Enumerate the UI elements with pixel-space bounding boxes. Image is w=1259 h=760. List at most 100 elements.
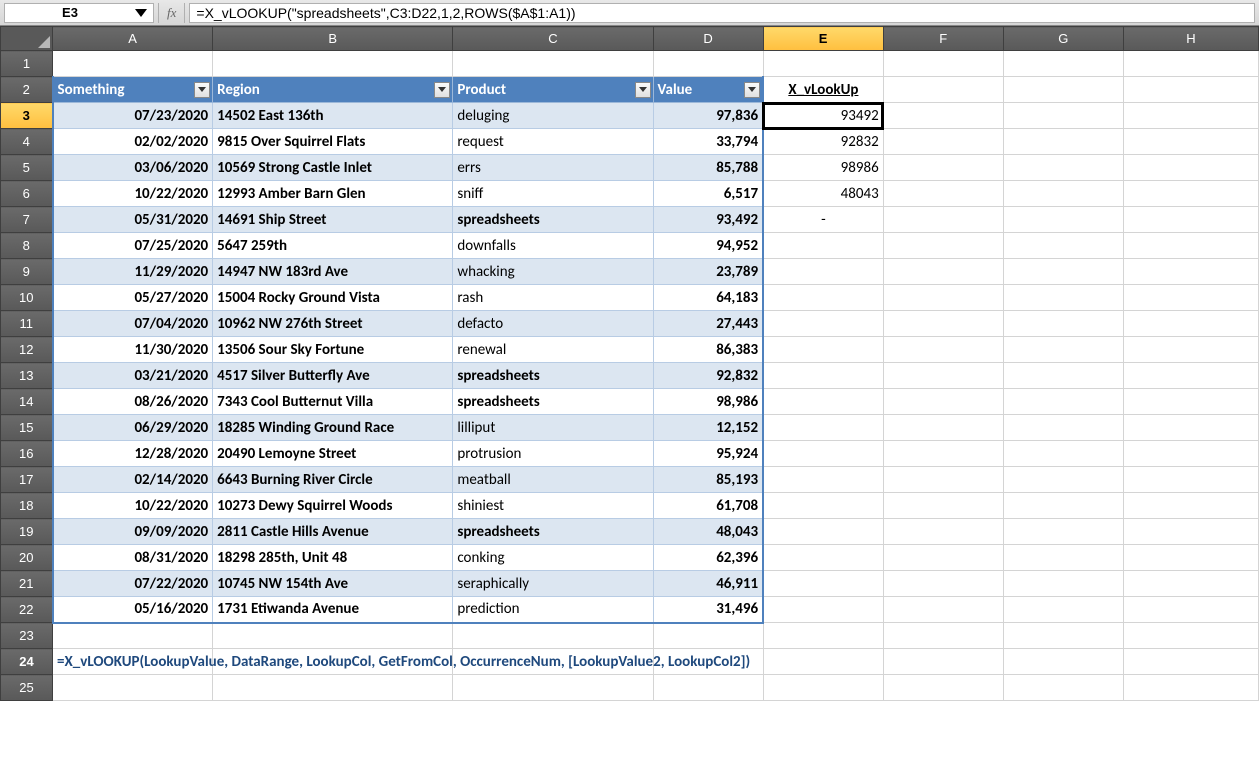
cell-A11[interactable]: 07/04/2020 (53, 311, 213, 337)
cell[interactable] (653, 675, 763, 701)
select-all-corner[interactable] (1, 27, 53, 51)
cell[interactable] (1003, 259, 1123, 285)
cell[interactable] (1003, 77, 1123, 103)
cell[interactable] (213, 623, 453, 649)
cell-C11[interactable]: defacto (453, 311, 653, 337)
row-header-22[interactable]: 22 (1, 597, 53, 623)
cell[interactable] (1003, 649, 1123, 675)
cell-C9[interactable]: whacking (453, 259, 653, 285)
cell-C18[interactable]: shiniest (453, 493, 653, 519)
cell-C16[interactable]: protrusion (453, 441, 653, 467)
col-header-F[interactable]: F (883, 27, 1003, 51)
cell-A22[interactable]: 05/16/2020 (53, 597, 213, 623)
cell[interactable] (1003, 181, 1123, 207)
cell-C8[interactable]: downfalls (453, 233, 653, 259)
cell-D12[interactable]: 86,383 (653, 337, 763, 363)
row-header-9[interactable]: 9 (1, 259, 53, 285)
cell[interactable] (1123, 103, 1258, 129)
cell-A9[interactable]: 11/29/2020 (53, 259, 213, 285)
cell-C20[interactable]: conking (453, 545, 653, 571)
row-header-5[interactable]: 5 (1, 155, 53, 181)
cell[interactable] (883, 181, 1003, 207)
cell-B6[interactable]: 12993 Amber Barn Glen (213, 181, 453, 207)
cell[interactable] (1003, 415, 1123, 441)
cell[interactable] (1003, 363, 1123, 389)
cell[interactable] (883, 649, 1003, 675)
cell-A20[interactable]: 08/31/2020 (53, 545, 213, 571)
cell[interactable] (1003, 597, 1123, 623)
cell-B15[interactable]: 18285 Winding Ground Race (213, 415, 453, 441)
cell[interactable] (883, 675, 1003, 701)
cell-E14[interactable] (763, 389, 883, 415)
cell[interactable] (213, 675, 453, 701)
cell[interactable] (1123, 129, 1258, 155)
cell[interactable] (1003, 389, 1123, 415)
cell[interactable] (453, 623, 653, 649)
cell-A4[interactable]: 02/02/2020 (53, 129, 213, 155)
fx-icon[interactable]: fx (158, 3, 185, 23)
cell-C6[interactable]: sniff (453, 181, 653, 207)
cell-B7[interactable]: 14691 Ship Street (213, 207, 453, 233)
cell[interactable] (1123, 623, 1258, 649)
cell-B19[interactable]: 2811 Castle Hills Avenue (213, 519, 453, 545)
cell[interactable] (1003, 493, 1123, 519)
cell-D13[interactable]: 92,832 (653, 363, 763, 389)
cell[interactable] (213, 51, 453, 77)
row-header-16[interactable]: 16 (1, 441, 53, 467)
cell[interactable] (453, 675, 653, 701)
cell-A17[interactable]: 02/14/2020 (53, 467, 213, 493)
cell[interactable] (763, 623, 883, 649)
cell-C4[interactable]: request (453, 129, 653, 155)
cell[interactable] (1123, 467, 1258, 493)
cell[interactable] (883, 285, 1003, 311)
cell-B18[interactable]: 10273 Dewy Squirrel Woods (213, 493, 453, 519)
cell-D7[interactable]: 93,492 (653, 207, 763, 233)
cell-D20[interactable]: 62,396 (653, 545, 763, 571)
cell-D5[interactable]: 85,788 (653, 155, 763, 181)
cell-C5[interactable]: errs (453, 155, 653, 181)
cell[interactable] (1123, 571, 1258, 597)
cell[interactable] (1003, 519, 1123, 545)
cell[interactable] (1123, 51, 1258, 77)
cell-B20[interactable]: 18298 285th, Unit 48 (213, 545, 453, 571)
filter-icon[interactable] (434, 82, 450, 98)
cell-B10[interactable]: 15004 Rocky Ground Vista (213, 285, 453, 311)
cell[interactable] (883, 467, 1003, 493)
cell-E7[interactable]: - (763, 207, 883, 233)
row-header-8[interactable]: 8 (1, 233, 53, 259)
col-header-G[interactable]: G (1003, 27, 1123, 51)
row-header-7[interactable]: 7 (1, 207, 53, 233)
cell-E3[interactable]: 93492 (763, 103, 883, 129)
cell-B21[interactable]: 10745 NW 154th Ave (213, 571, 453, 597)
cell-D18[interactable]: 61,708 (653, 493, 763, 519)
row-header-12[interactable]: 12 (1, 337, 53, 363)
cell[interactable] (1003, 675, 1123, 701)
cell[interactable] (883, 519, 1003, 545)
row-header-23[interactable]: 23 (1, 623, 53, 649)
cell[interactable] (653, 623, 763, 649)
cell-B8[interactable]: 5647 259th (213, 233, 453, 259)
cell[interactable] (883, 233, 1003, 259)
cell-B16[interactable]: 20490 Lemoyne Street (213, 441, 453, 467)
cell[interactable] (1003, 337, 1123, 363)
row-header-4[interactable]: 4 (1, 129, 53, 155)
cell[interactable] (883, 389, 1003, 415)
row-header-18[interactable]: 18 (1, 493, 53, 519)
cell[interactable] (1123, 415, 1258, 441)
cell-B4[interactable]: 9815 Over Squirrel Flats (213, 129, 453, 155)
cell-A12[interactable]: 11/30/2020 (53, 337, 213, 363)
cell[interactable] (1003, 311, 1123, 337)
cell-A3[interactable]: 07/23/2020 (53, 103, 213, 129)
cell[interactable] (883, 623, 1003, 649)
cell-A13[interactable]: 03/21/2020 (53, 363, 213, 389)
cell[interactable] (1123, 233, 1258, 259)
cell-E22[interactable] (763, 597, 883, 623)
cell-A21[interactable]: 07/22/2020 (53, 571, 213, 597)
cell-B11[interactable]: 10962 NW 276th Street (213, 311, 453, 337)
cell-E12[interactable] (763, 337, 883, 363)
row-header-14[interactable]: 14 (1, 389, 53, 415)
cell[interactable] (1003, 129, 1123, 155)
cell-B12[interactable]: 13506 Sour Sky Fortune (213, 337, 453, 363)
cell-B22[interactable]: 1731 Etiwanda Avenue (213, 597, 453, 623)
cell[interactable] (1123, 259, 1258, 285)
